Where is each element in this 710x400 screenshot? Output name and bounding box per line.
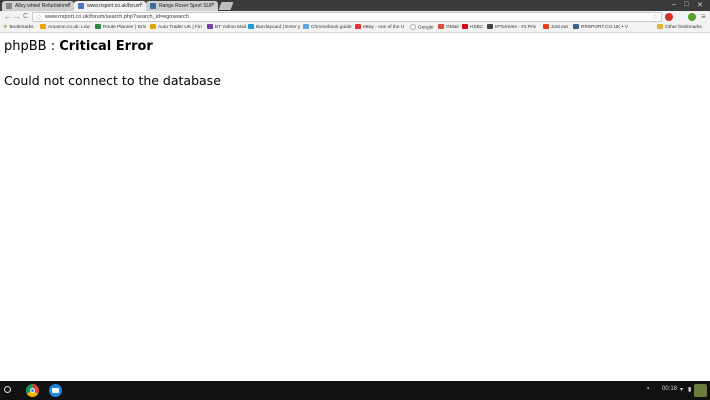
bookmark-rrsport[interactable]: RRSPORT.CO.UK • V xyxy=(573,24,628,30)
amazon-icon xyxy=(40,24,46,29)
new-tab-button[interactable] xyxy=(218,2,234,10)
gmail-icon xyxy=(438,24,444,29)
close-icon[interactable]: × xyxy=(211,2,215,8)
auto-trader-icon xyxy=(150,24,156,29)
iptorrents-icon xyxy=(487,24,493,29)
avatar[interactable] xyxy=(694,384,707,397)
adblock-extension-icon[interactable] xyxy=(665,13,673,21)
minimize-icon[interactable]: – xyxy=(672,1,676,8)
bookmarks-apps-button[interactable]: ★ Bookmarks xyxy=(3,24,33,30)
bookmark-iptorrents[interactable]: IPTorrents - #1 Priv xyxy=(487,24,536,30)
page-icon xyxy=(6,3,12,9)
menu-icon[interactable]: ≡ xyxy=(701,12,706,21)
bookmark-route-planner[interactable]: Route Planner | Driv xyxy=(95,24,146,30)
browser-toolbar: ← → C ⓘ www.rrsport.co.uk/forum/search.p… xyxy=(0,11,710,23)
page-icon xyxy=(150,3,156,9)
error-heading: Critical Error xyxy=(59,39,153,54)
just-eat-icon xyxy=(543,24,549,29)
bookmark-auto-trader[interactable]: Auto Trader UK | Fin xyxy=(150,24,202,30)
bookmark-amazon[interactable]: Amazon.co.uk: Low xyxy=(40,24,90,30)
bookmark-google[interactable]: Google xyxy=(410,24,433,30)
maximize-icon[interactable]: □ xyxy=(684,1,688,8)
page-title: phpBB : Critical Error xyxy=(4,39,153,54)
bookmark-ebay[interactable]: eBay - one of the U xyxy=(355,24,404,30)
tab-title: www.rrsport.co.uk/forum xyxy=(87,3,141,9)
page-info-icon[interactable]: ⓘ xyxy=(36,14,42,23)
bookmark-hsbc[interactable]: HSBC xyxy=(462,24,483,30)
close-window-icon[interactable]: ✕ xyxy=(697,1,703,9)
files-icon[interactable] xyxy=(49,384,62,397)
tab-alloy-wheel[interactable]: Alloy wheel Refurbishme × xyxy=(2,1,74,11)
clock-time[interactable]: 00:18 xyxy=(662,386,677,392)
chromebook-icon xyxy=(303,24,309,29)
address-bar[interactable]: ⓘ www.rrsport.co.uk/forum/search.php?sea… xyxy=(32,12,662,23)
tab-strip: Alloy wheel Refurbishme × www.rrsport.co… xyxy=(0,0,710,11)
launcher-icon[interactable] xyxy=(4,386,11,393)
bookmark-gmail[interactable]: GMail xyxy=(438,24,459,30)
tab-range-rover[interactable]: Range Rover Sport SUP × xyxy=(146,1,218,11)
other-bookmarks-folder[interactable]: Other bookmarks xyxy=(657,24,702,30)
close-icon[interactable]: × xyxy=(139,2,143,8)
hsbc-icon xyxy=(462,24,468,29)
os-shelf: ▪ 00:18 ▾ ▮ xyxy=(0,381,710,400)
bookmark-bt-yahoo-mail[interactable]: BT Yahoo Mail xyxy=(207,24,246,30)
reload-icon[interactable]: C xyxy=(23,12,28,22)
close-icon[interactable]: × xyxy=(67,2,71,8)
page-content: phpBB : Critical Error Could not connect… xyxy=(0,33,710,381)
notification-icon[interactable]: ▪ xyxy=(647,386,649,392)
back-icon[interactable]: ← xyxy=(4,12,12,22)
chrome-center xyxy=(30,388,35,393)
extension-icon[interactable] xyxy=(688,13,696,21)
bookmark-star-icon[interactable]: ☆ xyxy=(652,13,658,21)
rrsport-icon xyxy=(573,24,579,29)
wifi-icon[interactable]: ▾ xyxy=(680,386,683,393)
ebay-icon xyxy=(355,24,361,29)
battery-icon[interactable]: ▮ xyxy=(688,386,691,393)
route-planner-icon xyxy=(95,24,101,29)
page-icon xyxy=(78,3,84,9)
tab-title: Alloy wheel Refurbishme xyxy=(15,3,71,9)
url-text[interactable]: www.rrsport.co.uk/forum/search.php?searc… xyxy=(45,14,189,20)
bookmarks-bar: ★ Bookmarks Amazon.co.uk: Low Route Plann… xyxy=(0,23,710,33)
bt-icon xyxy=(207,24,213,29)
tab-title: Range Rover Sport SUP xyxy=(159,3,214,9)
star-icon: ★ xyxy=(3,24,8,30)
folder-icon xyxy=(657,24,663,29)
barclaycard-icon xyxy=(248,24,254,29)
error-message: Could not connect to the database xyxy=(4,73,221,88)
bookmark-chromebook-guide[interactable]: Chromebook guide xyxy=(303,24,352,30)
folder-glyph xyxy=(52,388,59,393)
bookmark-just-eat[interactable]: Just eat xyxy=(543,24,568,30)
bookmark-barclaycard[interactable]: Barclaycard | Enter y xyxy=(248,24,300,30)
google-icon xyxy=(410,24,416,30)
forward-icon[interactable]: → xyxy=(13,12,21,22)
chrome-icon[interactable] xyxy=(26,384,39,397)
title-prefix: phpBB : xyxy=(4,39,60,54)
tab-rrsport-forum[interactable]: www.rrsport.co.uk/forum × xyxy=(74,1,146,11)
